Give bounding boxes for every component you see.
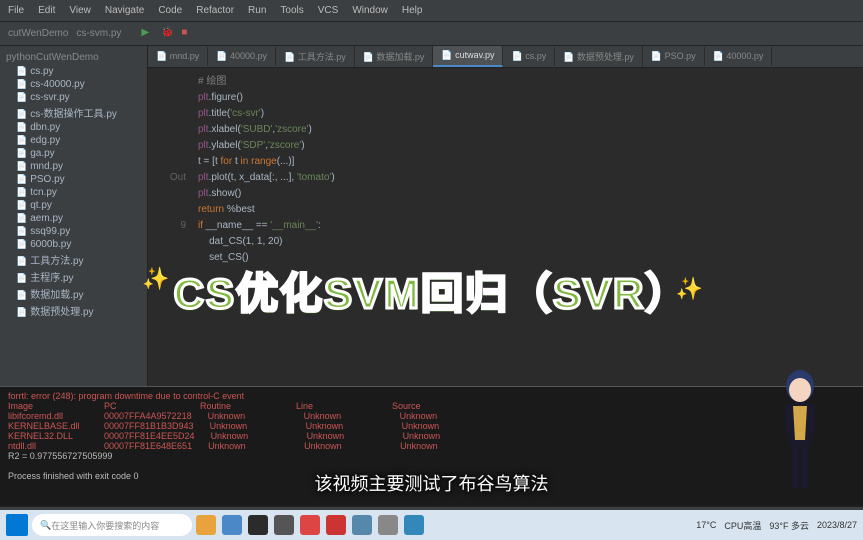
console-row: libifcoremd.dll00007FFA4A9572218UnknownU… bbox=[8, 411, 855, 421]
run-icon[interactable]: ▶ bbox=[141, 27, 155, 41]
code-line[interactable]: 9if __name__ == '__main__': bbox=[148, 218, 863, 234]
project-file[interactable]: tcn.py bbox=[2, 186, 145, 199]
taskbar-app-3[interactable] bbox=[248, 515, 268, 535]
project-file[interactable]: 数据加载.py bbox=[2, 285, 145, 302]
menu-vcs[interactable]: VCS bbox=[318, 5, 339, 16]
code-line[interactable]: plt.title('cs-svr') bbox=[148, 106, 863, 122]
breadcrumb-file: cs-svm.py bbox=[76, 28, 121, 39]
console-row: KERNEL32.DLL00007FF81E4EE5D24UnknownUnkn… bbox=[8, 431, 855, 441]
taskbar-app-5[interactable] bbox=[300, 515, 320, 535]
project-file[interactable]: cs-40000.py bbox=[2, 78, 145, 91]
start-button[interactable] bbox=[6, 514, 28, 536]
code-line[interactable]: Outplt.plot(t, x_data[:, ...], 'tomato') bbox=[148, 170, 863, 186]
menu-view[interactable]: View bbox=[69, 5, 91, 16]
code-line[interactable]: plt.show() bbox=[148, 186, 863, 202]
menu-file[interactable]: File bbox=[8, 5, 24, 16]
editor-tab[interactable]: 📄 cutwav.py bbox=[433, 46, 503, 67]
menu-window[interactable]: Window bbox=[352, 5, 388, 16]
search-icon: 🔍 bbox=[40, 520, 51, 531]
console-exit: Process finished with exit code 0 bbox=[8, 471, 855, 481]
project-file[interactable]: edg.py bbox=[2, 134, 145, 147]
taskbar-app-7[interactable] bbox=[352, 515, 372, 535]
editor-tab[interactable]: 📄 40000.py bbox=[208, 47, 276, 66]
menu-navigate[interactable]: Navigate bbox=[105, 5, 144, 16]
project-file[interactable]: cs-svr.py bbox=[2, 91, 145, 104]
project-file[interactable]: mnd.py bbox=[2, 160, 145, 173]
editor-tab[interactable]: 📄 mnd.py bbox=[148, 47, 208, 66]
project-file[interactable]: 主程序.py bbox=[2, 268, 145, 285]
tray-weather[interactable]: 17°C bbox=[696, 520, 716, 530]
project-file[interactable]: ga.py bbox=[2, 147, 145, 160]
console-error: forrtl: error (248): program downtime du… bbox=[8, 391, 855, 401]
code-line[interactable]: dat_CS(1, 1, 20) bbox=[148, 234, 863, 250]
code-line[interactable]: t = [t for t in range(...)] bbox=[148, 154, 863, 170]
console-row: KERNELBASE.dll00007FF81B1B3D943UnknownUn… bbox=[8, 421, 855, 431]
code-editor[interactable]: # 绘图plt.figure()plt.title('cs-svr')plt.x… bbox=[148, 68, 863, 386]
code-line[interactable]: plt.xlabel('SUBD','zscore') bbox=[148, 122, 863, 138]
tray-date[interactable]: 2023/8/27 bbox=[817, 520, 857, 530]
tray-cpu[interactable]: CPU高温 bbox=[724, 519, 761, 532]
project-root[interactable]: pythonCutWenDemo bbox=[2, 50, 145, 65]
taskbar-app-6[interactable] bbox=[326, 515, 346, 535]
console-result: R2 = 0.977556727505999 bbox=[8, 451, 855, 461]
editor-tabs: 📄 mnd.py📄 40000.py📄 工具方法.py📄 数据加载.py📄 cu… bbox=[148, 46, 863, 68]
menu-edit[interactable]: Edit bbox=[38, 5, 55, 16]
code-line[interactable]: set_CS() bbox=[148, 250, 863, 266]
taskbar-search[interactable]: 🔍 在这里输入你要搜索的内容 bbox=[32, 514, 192, 536]
editor-tab[interactable]: 📄 数据加载.py bbox=[355, 46, 434, 67]
code-line[interactable]: # 绘图 bbox=[148, 74, 863, 90]
taskbar-app-9[interactable] bbox=[404, 515, 424, 535]
taskbar-app-4[interactable] bbox=[274, 515, 294, 535]
project-file[interactable]: ssq99.py bbox=[2, 225, 145, 238]
editor-tab[interactable]: 📄 工具方法.py bbox=[276, 46, 355, 67]
editor-tab[interactable]: 📄 40000.py bbox=[705, 47, 773, 66]
project-file[interactable]: cs.py bbox=[2, 65, 145, 78]
menu-tools[interactable]: Tools bbox=[280, 5, 303, 16]
project-file[interactable]: 工具方法.py bbox=[2, 251, 145, 268]
menu-bar: File Edit View Navigate Code Refactor Ru… bbox=[0, 0, 863, 22]
taskbar-app-2[interactable] bbox=[222, 515, 242, 535]
taskbar-app-8[interactable] bbox=[378, 515, 398, 535]
menu-code[interactable]: Code bbox=[158, 5, 182, 16]
project-sidebar[interactable]: pythonCutWenDemo cs.pycs-40000.pycs-svr.… bbox=[0, 46, 148, 386]
project-file[interactable]: cs-数据操作工具.py bbox=[2, 104, 145, 121]
run-console[interactable]: forrtl: error (248): program downtime du… bbox=[0, 386, 863, 506]
project-file[interactable]: 6000b.py bbox=[2, 238, 145, 251]
project-file[interactable]: dbn.py bbox=[2, 121, 145, 134]
code-line[interactable]: plt.ylabel('SDP','zscore') bbox=[148, 138, 863, 154]
editor-tab[interactable]: 📄 PSO.py bbox=[643, 47, 705, 66]
stop-icon[interactable]: ■ bbox=[181, 27, 195, 41]
breadcrumb: cutWenDemo bbox=[8, 28, 68, 39]
editor-tab[interactable]: 📄 数据预处理.py bbox=[555, 46, 643, 67]
taskbar-app-1[interactable] bbox=[196, 515, 216, 535]
project-file[interactable]: qt.py bbox=[2, 199, 145, 212]
editor-tab[interactable]: 📄 cs.py bbox=[503, 47, 555, 66]
project-file[interactable]: 数据预处理.py bbox=[2, 302, 145, 319]
console-header-row: ImagePCRoutineLineSource bbox=[8, 401, 855, 411]
menu-refactor[interactable]: Refactor bbox=[196, 5, 234, 16]
project-file[interactable]: aem.py bbox=[2, 212, 145, 225]
menu-run[interactable]: Run bbox=[248, 5, 266, 16]
windows-taskbar: 🔍 在这里输入你要搜索的内容 17°C CPU高温 93°F 多云 2023/8… bbox=[0, 510, 863, 540]
search-placeholder: 在这里输入你要搜索的内容 bbox=[51, 519, 159, 532]
console-row: ntdll.dll00007FF81E648E651UnknownUnknown… bbox=[8, 441, 855, 451]
menu-help[interactable]: Help bbox=[402, 5, 423, 16]
project-file[interactable]: PSO.py bbox=[2, 173, 145, 186]
code-line[interactable]: plt.figure() bbox=[148, 90, 863, 106]
debug-icon[interactable]: 🐞 bbox=[161, 27, 175, 41]
tray-temp[interactable]: 93°F 多云 bbox=[769, 519, 809, 532]
code-line[interactable]: return %best bbox=[148, 202, 863, 218]
toolbar: cutWenDemo cs-svm.py ▶ 🐞 ■ bbox=[0, 22, 863, 46]
